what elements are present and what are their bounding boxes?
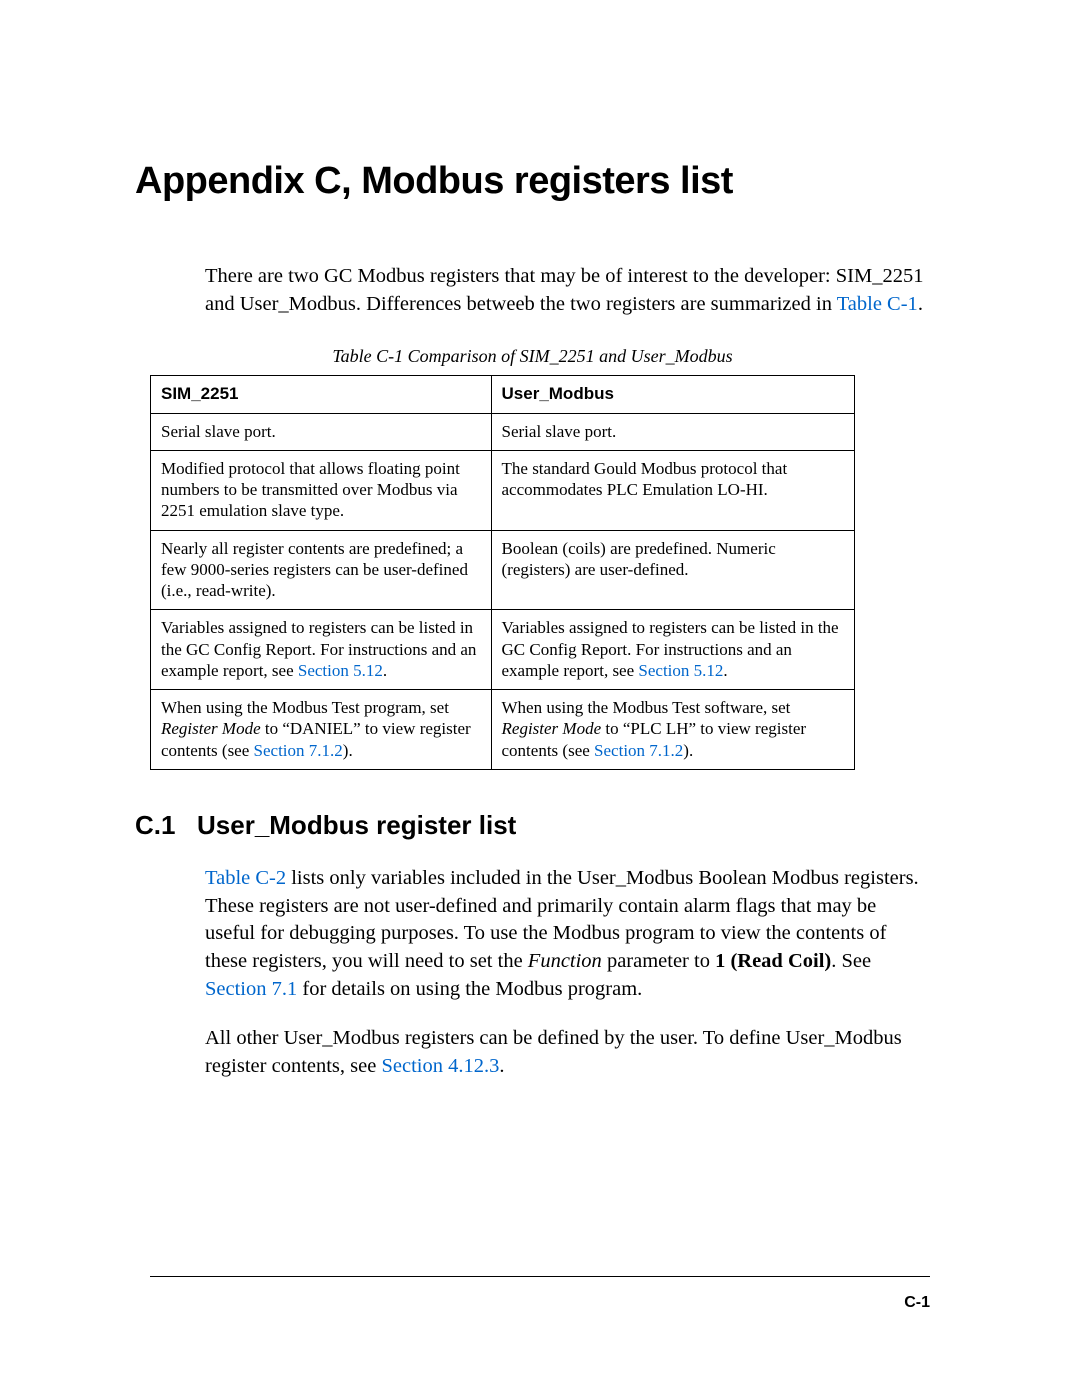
italic-text: Function: [528, 950, 602, 972]
intro-text-a: There are two GC Modbus registers that m…: [205, 265, 923, 315]
italic-text: Register Mode: [161, 719, 261, 738]
link-section-4-12-3[interactable]: Section 4.12.3: [381, 1055, 499, 1077]
text: When using the Modbus Test software, set: [502, 698, 791, 717]
comparison-table: SIM_2251 User_Modbus Serial slave port. …: [150, 375, 855, 770]
table-row: Nearly all register contents are predefi…: [151, 530, 855, 610]
page-number: C-1: [904, 1294, 930, 1312]
cell: Modified protocol that allows floating p…: [151, 450, 492, 530]
cell: When using the Modbus Test program, set …: [151, 690, 492, 770]
text: .: [383, 661, 387, 680]
cell: Serial slave port.: [151, 413, 492, 450]
section-paragraph-1: Table C-2 lists only variables included …: [205, 865, 930, 1003]
cell: When using the Modbus Test software, set…: [491, 690, 854, 770]
table-header-row: SIM_2251 User_Modbus: [151, 376, 855, 413]
intro-text-b: .: [918, 293, 923, 315]
section-paragraph-2: All other User_Modbus registers can be d…: [205, 1025, 930, 1080]
text: parameter to: [602, 950, 715, 972]
th-sim-2251: SIM_2251: [151, 376, 492, 413]
th-user-modbus: User_Modbus: [491, 376, 854, 413]
link-section-7-1-2[interactable]: Section 7.1.2: [594, 741, 683, 760]
cell: The standard Gould Modbus protocol that …: [491, 450, 854, 530]
link-section-7-1[interactable]: Section 7.1: [205, 978, 297, 1000]
text: All other User_Modbus registers can be d…: [205, 1027, 902, 1077]
footer-rule: [150, 1276, 930, 1277]
text: ).: [343, 741, 353, 760]
page: Appendix C, Modbus registers list There …: [0, 0, 1080, 1397]
text: When using the Modbus Test program, set: [161, 698, 449, 717]
link-table-c2[interactable]: Table C-2: [205, 867, 286, 889]
text: .: [723, 661, 727, 680]
intro-paragraph: There are two GC Modbus registers that m…: [205, 263, 930, 318]
text: ).: [683, 741, 693, 760]
section-heading-c1: C.1User_Modbus register list: [135, 810, 930, 841]
text: for details on using the Modbus program.: [297, 978, 642, 1000]
link-section-7-1-2[interactable]: Section 7.1.2: [254, 741, 343, 760]
cell: Serial slave port.: [491, 413, 854, 450]
section-number: C.1: [135, 810, 197, 841]
cell: Nearly all register contents are predefi…: [151, 530, 492, 610]
bold-text: 1 (Read Coil): [715, 950, 831, 972]
italic-text: Register Mode: [502, 719, 602, 738]
table-row: Modified protocol that allows floating p…: [151, 450, 855, 530]
table-row: Variables assigned to registers can be l…: [151, 610, 855, 690]
table-row: Serial slave port. Serial slave port.: [151, 413, 855, 450]
cell: Variables assigned to registers can be l…: [491, 610, 854, 690]
link-section-5-12[interactable]: Section 5.12: [298, 661, 383, 680]
appendix-title: Appendix C, Modbus registers list: [135, 160, 930, 203]
text: . See: [831, 950, 871, 972]
table-row: When using the Modbus Test program, set …: [151, 690, 855, 770]
cell: Boolean (coils) are predefined. Numeric …: [491, 530, 854, 610]
text: .: [499, 1055, 504, 1077]
section-title: User_Modbus register list: [197, 810, 516, 840]
link-section-5-12[interactable]: Section 5.12: [638, 661, 723, 680]
cell: Variables assigned to registers can be l…: [151, 610, 492, 690]
link-table-c1[interactable]: Table C-1: [837, 293, 918, 315]
table-caption: Table C-1 Comparison of SIM_2251 and Use…: [135, 346, 930, 367]
